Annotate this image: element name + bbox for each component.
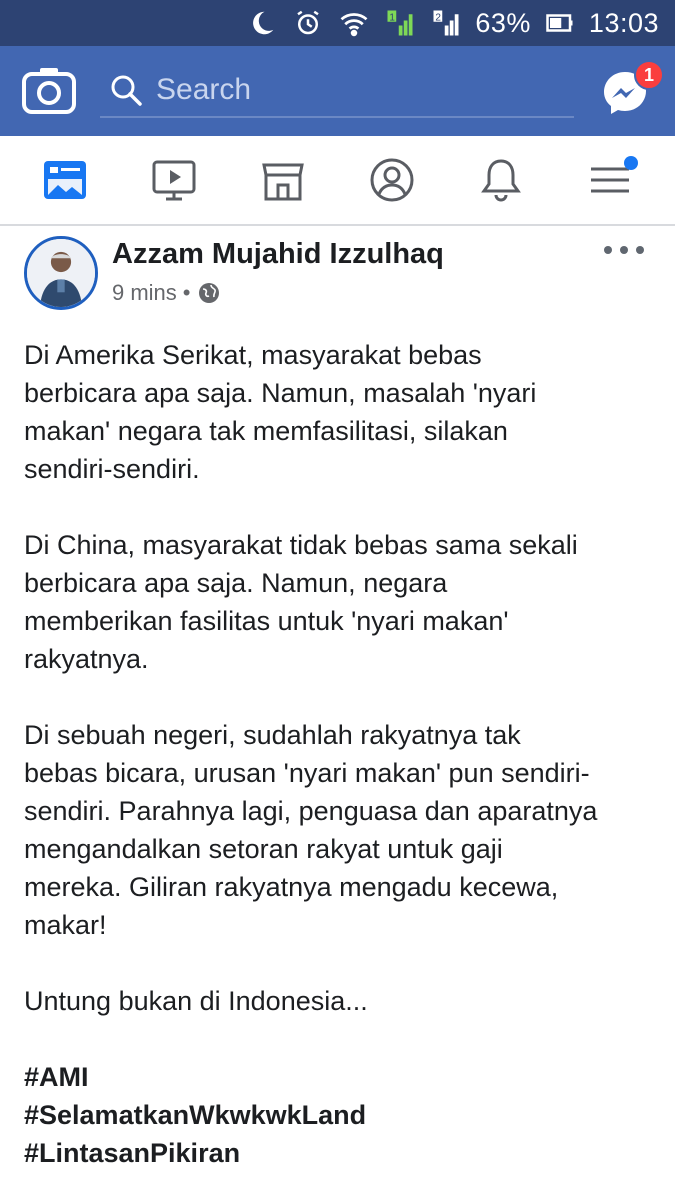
tab-news-feed[interactable] (35, 150, 95, 210)
hashtag-link[interactable]: #SelamatkanWkwkwkLand (24, 1096, 654, 1134)
svg-text:1: 1 (390, 13, 396, 24)
watch-icon (152, 160, 196, 201)
post-time[interactable]: 9 mins (112, 280, 177, 306)
search-placeholder: Search (156, 73, 252, 106)
tab-profile[interactable] (362, 150, 422, 210)
signal-sim2-icon: 2 (429, 6, 463, 40)
hashtag-link[interactable]: #AMI (24, 1058, 654, 1096)
menu-notification-dot (624, 156, 639, 170)
wifi-icon (337, 6, 371, 40)
tab-marketplace[interactable] (253, 150, 313, 210)
meta-separator: • (182, 280, 191, 305)
more-options-icon[interactable] (604, 238, 644, 262)
post-paragraph: Di China, masyarakat tidak bebas sama se… (24, 530, 578, 674)
news-feed-icon (43, 161, 86, 199)
globe-icon (198, 283, 219, 303)
post: Azzam Mujahid Izzulhaq 9 mins • Di Ameri… (0, 228, 675, 1200)
top-bar: Search 1 (0, 46, 675, 136)
avatar[interactable] (24, 236, 98, 310)
nav-tabs (0, 136, 675, 226)
post-meta: 9 mins • (112, 280, 221, 306)
marketplace-icon (262, 163, 304, 201)
post-paragraph: Di sebuah negeri, sudahlah rakyatnya tak… (24, 720, 598, 940)
tab-menu[interactable] (580, 150, 640, 210)
post-author[interactable]: Azzam Mujahid Izzulhaq (112, 238, 444, 271)
battery-percent: 63% (475, 7, 531, 38)
messenger-badge: 1 (634, 60, 664, 90)
search-input[interactable]: Search (100, 64, 574, 118)
post-body: Di Amerika Serikat, masyarakat bebas ber… (24, 336, 654, 1172)
tab-watch[interactable] (144, 150, 204, 210)
clock: 13:03 (588, 7, 659, 38)
signal-sim1-icon: 1 (383, 6, 417, 40)
svg-text:2: 2 (436, 13, 442, 24)
hashtag-link[interactable]: #LintasanPikiran (24, 1134, 654, 1172)
tab-notifications[interactable] (471, 150, 531, 210)
camera-icon[interactable] (22, 66, 76, 116)
bell-icon (481, 159, 522, 202)
post-paragraph: Di Amerika Serikat, masyarakat bebas ber… (24, 340, 537, 484)
moon-icon (245, 6, 279, 40)
status-bar: 1 2 63% 13:03 (0, 0, 675, 46)
search-icon (111, 75, 142, 106)
profile-icon (370, 158, 414, 202)
alarm-icon (291, 6, 325, 40)
battery-icon (543, 6, 577, 40)
hashtags: #AMI #SelamatkanWkwkwkLand #LintasanPiki… (24, 1058, 654, 1172)
post-paragraph: Untung bukan di Indonesia... (24, 986, 368, 1016)
